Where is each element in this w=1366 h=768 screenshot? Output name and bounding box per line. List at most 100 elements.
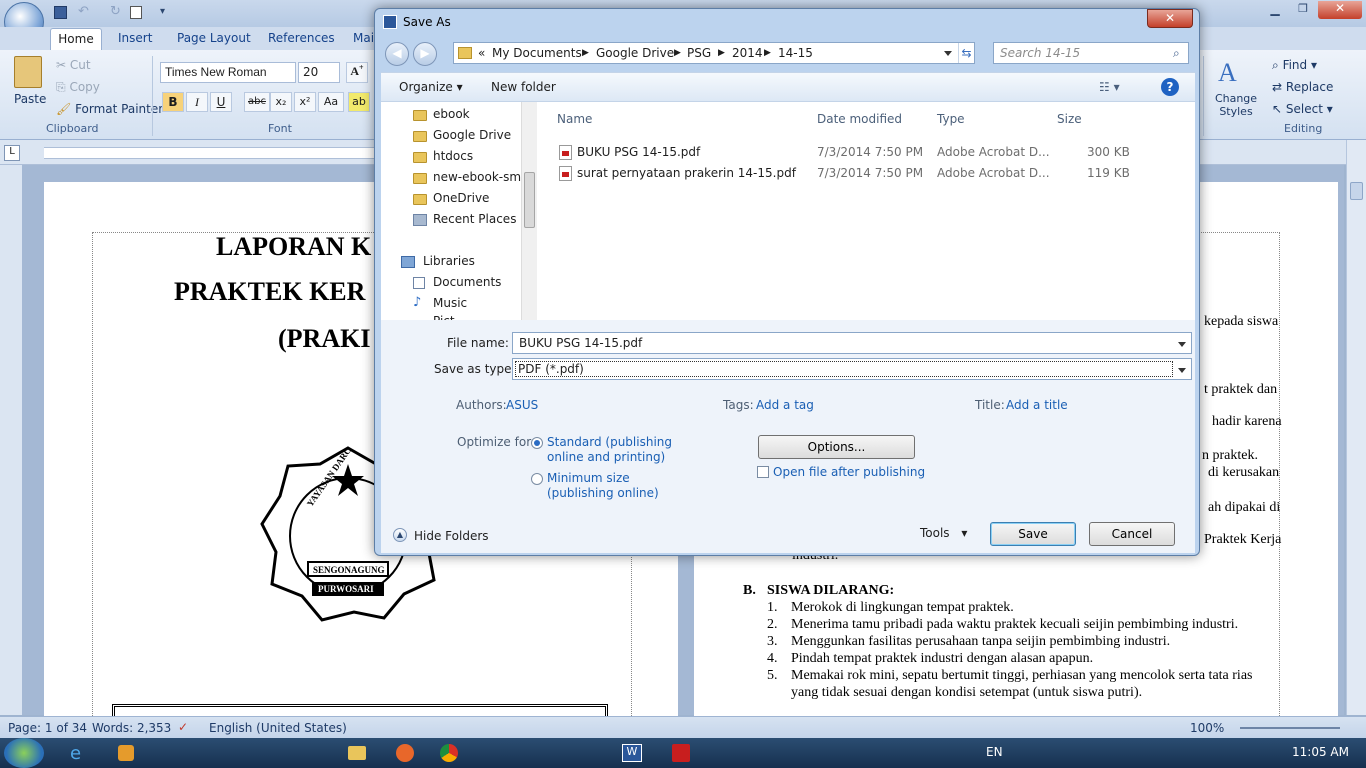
- tab-selector-icon[interactable]: L: [4, 145, 20, 161]
- replace-button[interactable]: ⇄ Replace: [1272, 80, 1333, 94]
- tab-home[interactable]: Home: [50, 28, 102, 50]
- minimize-button[interactable]: ▁: [1262, 2, 1288, 19]
- chrome-icon[interactable]: [440, 744, 458, 762]
- zoom-level[interactable]: 100%: [1190, 721, 1224, 735]
- tab-page-layout[interactable]: Page Layout: [177, 31, 251, 45]
- nav-item-ebook[interactable]: ebook: [433, 107, 470, 121]
- change-styles-icon[interactable]: A: [1218, 58, 1237, 88]
- nav-item-google-drive[interactable]: Google Drive: [433, 128, 511, 142]
- opt-standard-line-1[interactable]: Standard (publishing: [547, 435, 672, 449]
- bold-icon[interactable]: B: [162, 92, 184, 112]
- breadcrumb-2014[interactable]: 2014: [732, 46, 763, 60]
- nav-item-new-ebook-smk[interactable]: new-ebook-smk: [433, 170, 528, 184]
- column-date-modified[interactable]: Date modified: [817, 112, 902, 126]
- select-button[interactable]: ↖ Select ▾: [1272, 102, 1333, 116]
- add-tag-link[interactable]: Add a tag: [756, 398, 814, 412]
- acrobat-icon[interactable]: [672, 744, 690, 762]
- breadcrumb-overflow[interactable]: «: [478, 46, 485, 60]
- close-window-button[interactable]: ✕: [1318, 1, 1362, 19]
- new-folder-button[interactable]: New folder: [491, 80, 556, 94]
- help-icon[interactable]: ?: [1161, 78, 1179, 96]
- proofing-icon[interactable]: ✓: [178, 720, 188, 734]
- breadcrumb-separator[interactable]: ▶: [674, 48, 681, 58]
- file-row[interactable]: surat pernyataan prakerin 14-15.pdf 7/3/…: [537, 164, 1195, 184]
- media-icon[interactable]: [118, 745, 134, 761]
- underline-icon[interactable]: U: [210, 92, 232, 112]
- file-row[interactable]: BUKU PSG 14-15.pdf 7/3/2014 7:50 PM Adob…: [537, 143, 1195, 163]
- highlight-icon[interactable]: ab: [348, 92, 370, 112]
- quick-save-icon[interactable]: [54, 6, 67, 19]
- opt-minimum-line-1[interactable]: Minimum size: [547, 471, 630, 485]
- word-app-icon[interactable]: W: [622, 744, 642, 762]
- subscript-icon[interactable]: x₂: [270, 92, 292, 112]
- vertical-ruler[interactable]: [0, 165, 22, 715]
- refresh-icon[interactable]: ⇆: [958, 43, 974, 63]
- copy-button[interactable]: ⎘ Copy: [56, 80, 100, 95]
- customize-qat-icon[interactable]: ▾: [160, 6, 165, 17]
- nav-scrollbar[interactable]: [521, 102, 537, 320]
- firefox-icon[interactable]: [396, 744, 414, 762]
- find-button[interactable]: ⌕ Find ▾: [1272, 58, 1317, 73]
- hide-folders-icon[interactable]: ▲: [393, 528, 407, 542]
- change-case-icon[interactable]: Aa: [318, 92, 344, 112]
- cancel-button[interactable]: Cancel: [1089, 522, 1175, 546]
- save-as-type-select[interactable]: PDF (*.pdf): [512, 358, 1192, 380]
- nav-item-onedrive[interactable]: OneDrive: [433, 191, 489, 205]
- column-name[interactable]: Name: [557, 112, 592, 126]
- open-after-checkbox[interactable]: [757, 466, 769, 478]
- file-name-input[interactable]: BUKU PSG 14-15.pdf: [512, 332, 1192, 354]
- paste-icon[interactable]: [14, 56, 42, 88]
- nav-item-music[interactable]: Music: [433, 296, 467, 310]
- open-after-label[interactable]: Open file after publishing: [773, 465, 925, 479]
- back-button[interactable]: ◀: [385, 42, 409, 66]
- save-button[interactable]: Save: [990, 522, 1076, 546]
- superscript-icon[interactable]: x²: [294, 92, 316, 112]
- zoom-slider[interactable]: [1240, 727, 1340, 729]
- column-size[interactable]: Size: [1057, 112, 1082, 126]
- address-dropdown-icon[interactable]: [944, 51, 952, 56]
- organize-button[interactable]: Organize ▾: [399, 80, 463, 94]
- search-icon[interactable]: ⌕: [1173, 46, 1180, 61]
- vertical-scrollbar[interactable]: [1346, 140, 1366, 715]
- paste-button[interactable]: Paste: [14, 92, 46, 106]
- nav-item-libraries[interactable]: Libraries: [423, 254, 475, 268]
- tab-references[interactable]: References: [268, 31, 335, 45]
- opt-minimum-line-2[interactable]: (publishing online): [547, 486, 659, 500]
- font-size-combo[interactable]: 20: [298, 62, 340, 83]
- options-button[interactable]: Options...: [758, 435, 915, 459]
- nav-item-documents[interactable]: Documents: [433, 275, 501, 289]
- save-type-dropdown-icon[interactable]: [1178, 368, 1186, 373]
- start-button[interactable]: [4, 738, 44, 768]
- font-name-combo[interactable]: Times New Roman: [160, 62, 296, 83]
- italic-icon[interactable]: I: [186, 92, 208, 112]
- breadcrumb-separator[interactable]: ▶: [718, 48, 725, 58]
- file-name-dropdown-icon[interactable]: [1178, 342, 1186, 347]
- address-bar[interactable]: « My Documents ▶ Google Drive ▶ PSG ▶ 20…: [453, 42, 975, 64]
- dialog-close-button[interactable]: ✕: [1147, 9, 1193, 28]
- opt-standard-line-2[interactable]: online and printing): [547, 450, 665, 464]
- print-preview-icon[interactable]: [130, 6, 142, 19]
- forward-button[interactable]: ▶: [413, 42, 437, 66]
- tab-insert[interactable]: Insert: [118, 31, 152, 45]
- clock[interactable]: 11:05 AM: [1292, 745, 1349, 759]
- ie-icon[interactable]: e: [70, 743, 81, 764]
- radio-minimum-size[interactable]: [531, 473, 543, 485]
- tools-button[interactable]: Tools ▾: [920, 526, 967, 540]
- authors-value[interactable]: ASUS: [506, 398, 538, 412]
- change-styles-button[interactable]: Change Styles: [1214, 92, 1258, 118]
- folder-icon[interactable]: [348, 746, 366, 760]
- input-language[interactable]: EN: [986, 745, 1003, 759]
- page-count[interactable]: Page: 1 of 34: [8, 721, 87, 735]
- breadcrumb-separator[interactable]: ▶: [764, 48, 771, 58]
- nav-item-htdocs[interactable]: htdocs: [433, 149, 473, 163]
- tab-mailings[interactable]: Mai: [353, 31, 374, 45]
- grow-font-icon[interactable]: A+: [346, 62, 368, 83]
- add-title-link[interactable]: Add a title: [1006, 398, 1068, 412]
- column-type[interactable]: Type: [937, 112, 965, 126]
- radio-standard[interactable]: [531, 437, 543, 449]
- breadcrumb-separator[interactable]: ▶: [582, 48, 589, 58]
- format-painter-button[interactable]: 🖌 Format Painter: [56, 102, 163, 116]
- redo-icon[interactable]: ↻: [110, 4, 121, 19]
- undo-icon[interactable]: ↶: [78, 4, 89, 19]
- breadcrumb-14-15[interactable]: 14-15: [778, 46, 813, 60]
